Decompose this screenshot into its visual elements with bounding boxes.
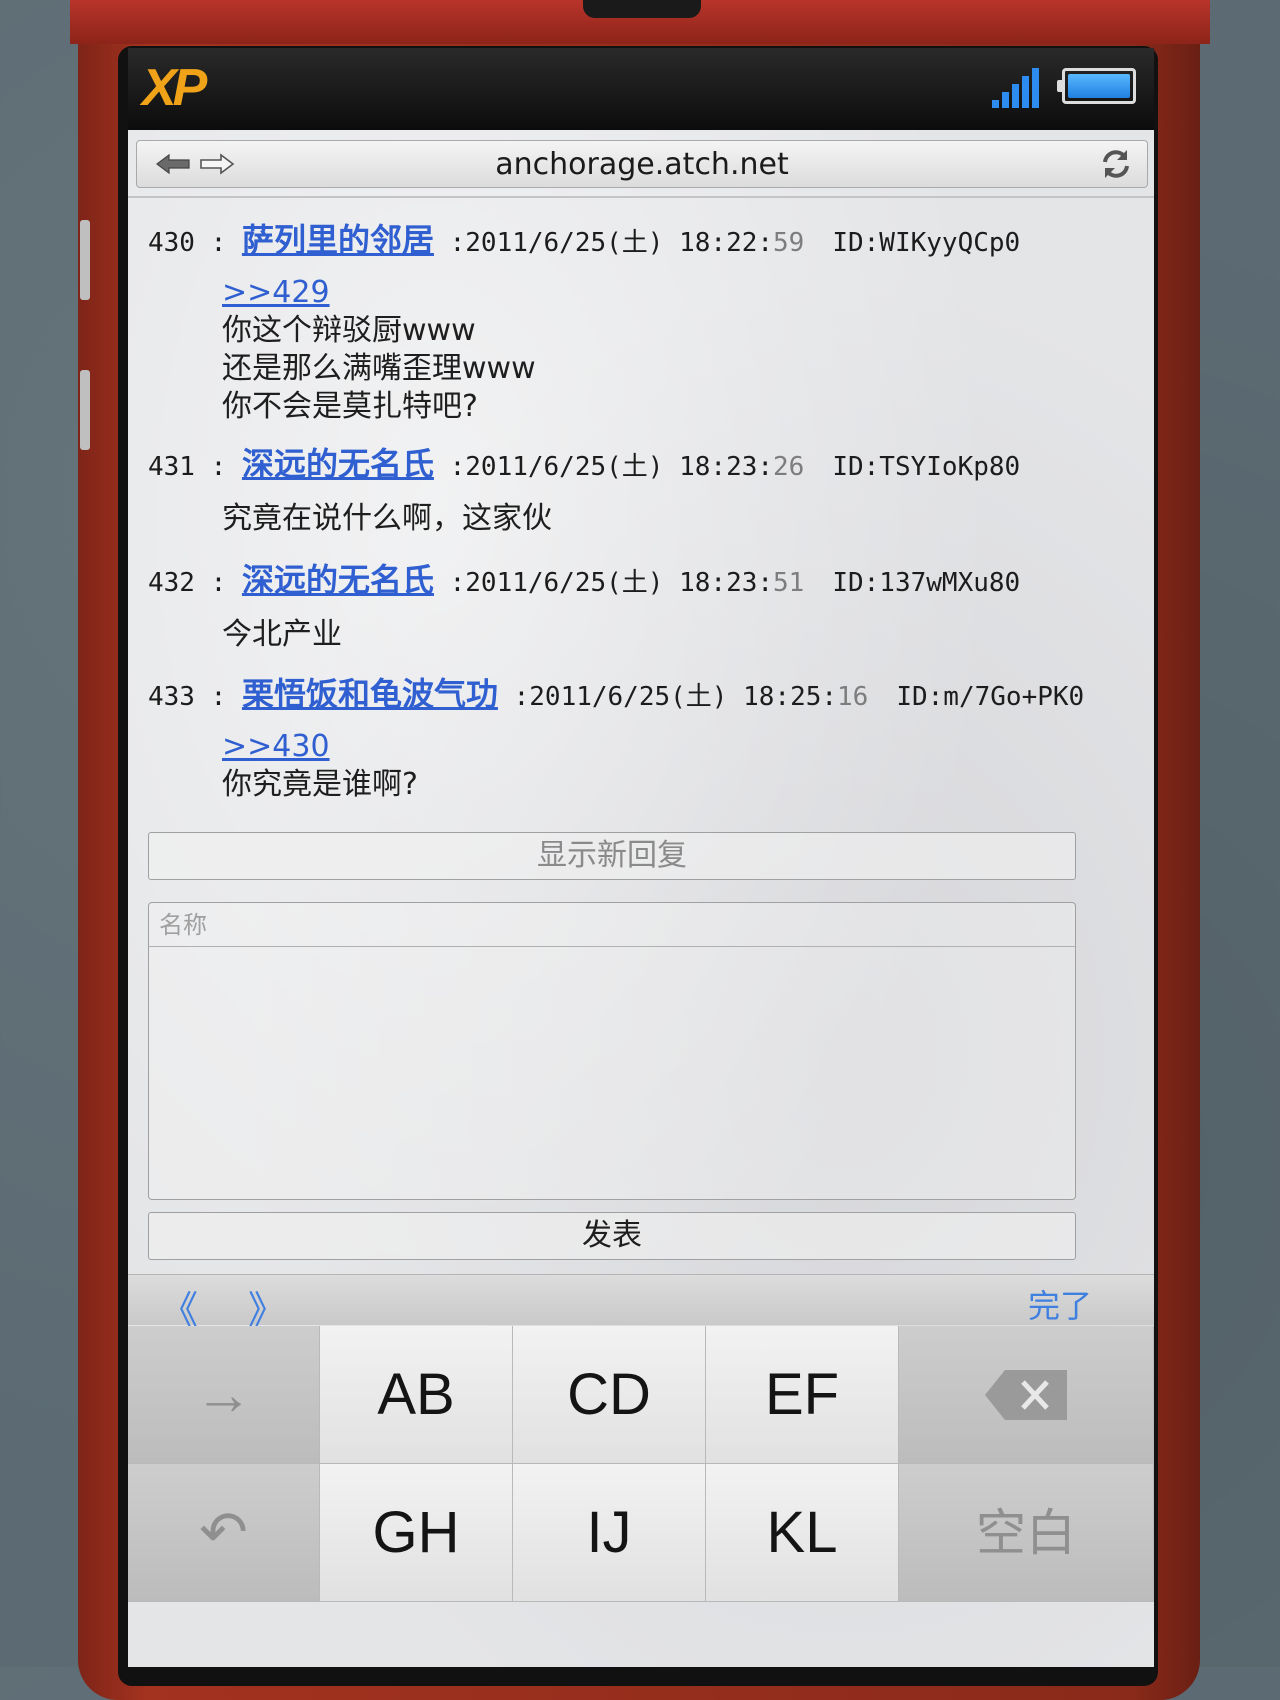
poster-name-link[interactable]: 栗悟饭和龟波气功	[242, 675, 498, 713]
reply-link[interactable]: >>430	[222, 728, 1084, 766]
post-line: 你究竟是谁啊?	[222, 767, 418, 802]
key-label: CD	[567, 1362, 651, 1427]
refresh-icon[interactable]	[1099, 147, 1133, 181]
reply-form: 名称	[148, 902, 1076, 1200]
key-label: EF	[764, 1362, 840, 1427]
post-header: 430 : 萨列里的邻居 :2011/6/25(土) 18:22:59 ID:WI…	[148, 221, 1021, 259]
status-bar: XP	[128, 48, 1154, 130]
name-field[interactable]: 名称	[149, 903, 1075, 947]
keyboard-toolbar: 《 》 完了	[128, 1274, 1154, 1332]
xp-logo: XP	[142, 59, 207, 117]
poster-name-link[interactable]: 萨列里的邻居	[242, 221, 434, 259]
post-date: 2011/6/25(土) 18:22:	[465, 228, 774, 258]
post-line: 你不会是莫扎特吧?	[222, 389, 478, 424]
done-button[interactable]: 完了	[1028, 1281, 1092, 1327]
volume-down-button	[80, 370, 90, 450]
key-label: AB	[377, 1362, 455, 1427]
battery-icon	[1057, 68, 1136, 104]
volume-up-button	[80, 220, 90, 300]
message-textarea[interactable]	[149, 948, 1075, 1198]
post-seconds: 16	[837, 682, 869, 712]
poster-name-link[interactable]: 深远的无名氏	[242, 445, 434, 483]
post-seconds: 59	[773, 228, 805, 258]
key-backspace[interactable]	[899, 1326, 1154, 1464]
key-label: IJ	[586, 1500, 632, 1565]
submit-button[interactable]: 发表	[148, 1212, 1076, 1260]
browser-viewport: anchorage.atch.net 430 : 萨列里的邻居 :2011/6/…	[128, 130, 1154, 1667]
post-432: 432 : 深远的无名氏 :2011/6/25(土) 18:23:51 ID:13…	[148, 560, 1020, 654]
signal-strength-icon	[992, 68, 1039, 108]
post-seconds: 26	[773, 452, 805, 482]
key-right-arrow[interactable]: →	[128, 1326, 320, 1464]
post-date: 2011/6/25(土) 18:25:	[529, 682, 838, 712]
key-ab[interactable]: AB	[320, 1326, 513, 1464]
post-430: 430 : 萨列里的邻居 :2011/6/25(土) 18:22:59 ID:WI…	[148, 220, 1020, 426]
key-space[interactable]: 空白	[899, 1464, 1154, 1602]
post-seconds: 51	[773, 568, 805, 598]
right-arrow-icon: →	[194, 1362, 253, 1427]
key-cd[interactable]: CD	[513, 1326, 706, 1464]
key-ef[interactable]: EF	[706, 1326, 899, 1464]
post-body: >>430 你究竟是谁啊?	[222, 728, 1084, 804]
post-line: 究竟在说什么啊，这家伙	[222, 501, 552, 536]
post-date: 2011/6/25(土) 18:23:	[465, 568, 774, 598]
speaker-slot	[583, 0, 701, 18]
post-number: 432	[148, 568, 195, 598]
post-id: ID:m/7Go+PK0	[896, 682, 1085, 712]
post-line: 你这个辩驳厨www	[222, 313, 476, 348]
post-433: 433 : 栗悟饭和龟波气功 :2011/6/25(土) 18:25:16 ID:…	[148, 674, 1084, 804]
key-label: GH	[372, 1500, 460, 1565]
address-divider	[128, 196, 1154, 198]
address-bar[interactable]: anchorage.atch.net	[136, 140, 1148, 188]
url-text[interactable]: anchorage.atch.net	[137, 147, 1147, 182]
post-id: ID:TSYIoKp80	[832, 452, 1021, 482]
post-header: 433 : 栗悟饭和龟波气功 :2011/6/25(土) 18:25:16 ID:…	[148, 675, 1085, 713]
post-id: ID:137wMXu80	[832, 568, 1021, 598]
post-header: 432 : 深远的无名氏 :2011/6/25(土) 18:23:51 ID:13…	[148, 561, 1021, 599]
key-label: 空白	[976, 1504, 1076, 1562]
backspace-icon	[985, 1370, 1067, 1420]
post-number: 431	[148, 452, 195, 482]
post-body: >>429 你这个辩驳厨www 还是那么满嘴歪理www 你不会是莫扎特吧?	[222, 274, 1020, 426]
post-body: 今北产业	[222, 616, 1020, 654]
post-line: 今北产业	[222, 617, 342, 652]
reply-link[interactable]: >>429	[222, 274, 1020, 312]
post-number: 430	[148, 228, 195, 258]
post-number: 433	[148, 682, 195, 712]
keyboard: → AB CD EF ↶ GH IJ KL 空白	[128, 1326, 1154, 1686]
key-label: KL	[766, 1500, 838, 1565]
key-gh[interactable]: GH	[320, 1464, 513, 1602]
undo-icon: ↶	[199, 1500, 248, 1565]
poster-name-link[interactable]: 深远的无名氏	[242, 561, 434, 599]
post-body: 究竟在说什么啊，这家伙	[222, 500, 1020, 538]
key-ij[interactable]: IJ	[513, 1464, 706, 1602]
post-id: ID:WIKyyQCp0	[832, 228, 1021, 258]
key-undo[interactable]: ↶	[128, 1464, 320, 1602]
post-date: 2011/6/25(土) 18:23:	[465, 452, 774, 482]
post-431: 431 : 深远的无名氏 :2011/6/25(土) 18:23:26 ID:TS…	[148, 444, 1020, 538]
key-kl[interactable]: KL	[706, 1464, 899, 1602]
post-header: 431 : 深远的无名氏 :2011/6/25(土) 18:23:26 ID:TS…	[148, 445, 1021, 483]
show-new-replies-button[interactable]: 显示新回复	[148, 832, 1076, 880]
post-line: 还是那么满嘴歪理www	[222, 351, 536, 386]
